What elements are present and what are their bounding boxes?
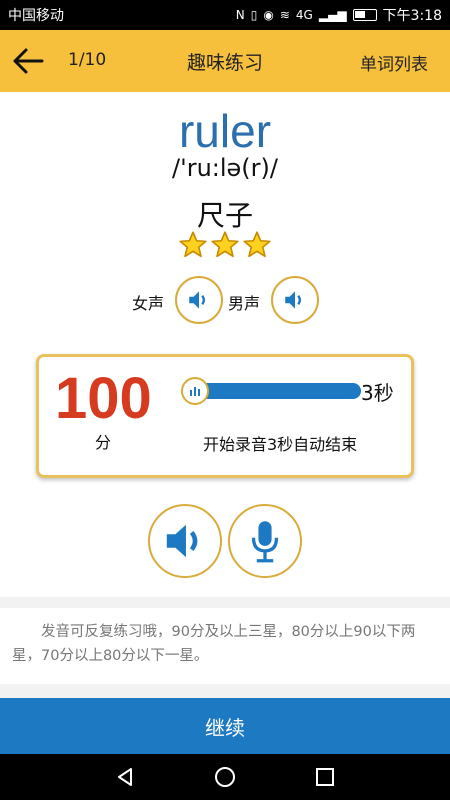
nfc-icon: N	[235, 8, 245, 22]
clock-label: 下午3:18	[382, 8, 442, 24]
male-voice-button[interactable]	[271, 276, 319, 324]
system-nav-bar	[0, 754, 450, 800]
word-list-button[interactable]: 单词列表	[360, 50, 428, 75]
nav-back-button[interactable]	[112, 764, 138, 790]
speaker-icon	[285, 291, 302, 309]
nav-recents-icon	[316, 768, 334, 786]
female-voice-button[interactable]	[175, 276, 223, 324]
recording-duration: 3秒	[361, 381, 394, 405]
play-recording-button[interactable]	[148, 504, 222, 578]
star-rating	[0, 230, 450, 260]
star-icon	[179, 231, 207, 258]
score-value: 100	[55, 366, 152, 431]
star-icon	[243, 231, 271, 258]
signal-icon: ▂▄▆	[318, 8, 347, 22]
eye-icon: ◉	[263, 8, 274, 22]
meaning-text: 尺子	[196, 199, 253, 232]
word-text: ruler	[178, 105, 272, 157]
back-arrow-icon	[13, 48, 44, 74]
back-button[interactable]	[10, 43, 46, 79]
star-icon	[211, 231, 239, 258]
nav-recents-button[interactable]	[312, 764, 338, 790]
status-icons: N ▯ ◉ ≋ 4G ▂▄▆ 下午3:18	[236, 5, 442, 25]
word-card: ruler /'ru:lə(r)/ 尺子 女声 男声 100 分 3秒 开始录音…	[0, 92, 450, 597]
speaker-icon	[166, 524, 198, 558]
progress-counter: 1/10	[68, 50, 107, 70]
record-button[interactable]	[228, 504, 302, 578]
recording-indicator	[181, 377, 209, 405]
nav-home-button[interactable]	[212, 764, 238, 790]
phonetic-text: /'ru:lə(r)/	[172, 154, 278, 182]
continue-button[interactable]: 继续	[0, 698, 450, 754]
audio-level-icon	[190, 387, 200, 396]
score-panel: 100 分 3秒 开始录音3秒自动结束	[36, 354, 414, 478]
status-bar: 中国移动 N ▯ ◉ ≋ 4G ▂▄▆ 下午3:18	[0, 0, 450, 30]
carrier-label: 中国移动	[8, 8, 64, 24]
recording-hint: 开始录音3秒自动结束	[203, 435, 358, 454]
app-bar: 1/10 趣味练习 单词列表	[0, 30, 450, 92]
score-unit: 分	[95, 433, 112, 452]
tip-text: 发音可反复练习哦，90分及以上三星，80分以上90以下两星，70分以上80分以下…	[12, 624, 416, 664]
nav-home-icon	[215, 767, 235, 787]
male-voice-label: 男声	[228, 294, 261, 313]
network-type-label: 4G	[295, 8, 313, 22]
female-voice-label: 女声	[132, 294, 165, 313]
wifi-icon: ≋	[279, 8, 290, 22]
speaker-icon	[189, 291, 206, 309]
nav-back-icon	[118, 768, 132, 786]
tip-section: 发音可反复练习哦，90分及以上三星，80分以上90以下两星，70分以上80分以下…	[0, 608, 450, 684]
recording-progress-bar	[185, 383, 361, 399]
battery-icon	[352, 9, 377, 21]
vibrate-icon: ▯	[250, 8, 258, 22]
microphone-icon	[251, 521, 279, 563]
voice-selector: 女声 男声	[0, 276, 450, 326]
